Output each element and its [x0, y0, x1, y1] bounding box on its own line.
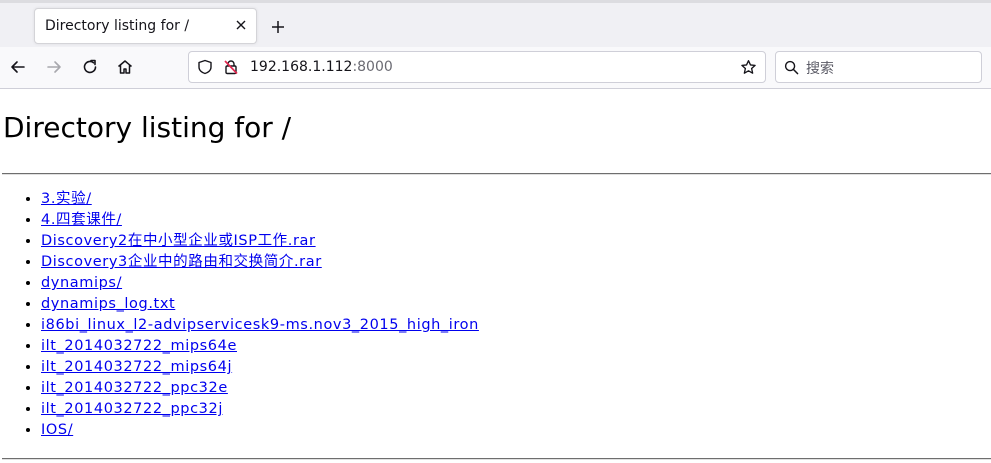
page-title: Directory listing for / [3, 111, 292, 144]
file-link[interactable]: ilt_2014032722_ppc32j [41, 401, 223, 417]
nav-toolbar: 192.168.1.112:8000 搜索 [0, 47, 991, 89]
url-text: 192.168.1.112:8000 [250, 59, 393, 75]
close-icon[interactable] [234, 18, 248, 32]
list-item: ilt_2014032722_mips64j [41, 357, 479, 378]
reload-icon[interactable] [81, 58, 99, 76]
back-arrow-icon[interactable] [9, 58, 27, 76]
top-divider [2, 173, 991, 175]
file-link[interactable]: i86bi_linux_l2-advipservicesk9-ms.nov3_2… [41, 317, 479, 333]
plus-icon[interactable] [270, 19, 286, 35]
search-icon [784, 60, 799, 75]
home-icon[interactable] [116, 58, 134, 76]
file-link[interactable]: ilt_2014032722_mips64e [41, 338, 237, 354]
file-link[interactable]: ilt_2014032722_ppc32e [41, 380, 228, 396]
browser-window: Directory listing for / 192.168.1.112:80… [0, 0, 991, 463]
bottom-divider [2, 458, 991, 460]
shield-icon[interactable] [197, 59, 213, 75]
file-link[interactable]: 3.实验/ [41, 191, 92, 207]
list-item: dynamips/ [41, 273, 479, 294]
list-item: IOS/ [41, 420, 479, 441]
list-item: Discovery3企业中的路由和交换简介.rar [41, 252, 479, 273]
list-item: ilt_2014032722_mips64e [41, 336, 479, 357]
list-item: ilt_2014032722_ppc32e [41, 378, 479, 399]
file-link[interactable]: ilt_2014032722_mips64j [41, 359, 232, 375]
search-bar[interactable]: 搜索 [775, 51, 982, 83]
list-item: i86bi_linux_l2-advipservicesk9-ms.nov3_2… [41, 315, 479, 336]
list-item: Discovery2在中小型企业或ISP工作.rar [41, 231, 479, 252]
tab-strip: Directory listing for / [0, 0, 991, 47]
insecure-lock-icon[interactable] [223, 59, 239, 75]
url-port: :8000 [352, 59, 393, 75]
page-content: Directory listing for / 3.实验/4.四套课件/Disc… [0, 89, 991, 463]
file-link[interactable]: dynamips_log.txt [41, 296, 175, 312]
address-bar[interactable]: 192.168.1.112:8000 [188, 51, 766, 83]
search-placeholder: 搜索 [806, 61, 834, 77]
tab-directory-listing[interactable]: Directory listing for / [34, 8, 257, 44]
file-link[interactable]: IOS/ [41, 422, 73, 438]
file-link[interactable]: Discovery2在中小型企业或ISP工作.rar [41, 233, 316, 249]
file-link[interactable]: dynamips/ [41, 275, 122, 291]
list-item: dynamips_log.txt [41, 294, 479, 315]
directory-list: 3.实验/4.四套课件/Discovery2在中小型企业或ISP工作.rar Di… [0, 189, 479, 441]
star-icon[interactable] [740, 59, 757, 76]
tab-title: Directory listing for / [45, 18, 190, 34]
forward-arrow-icon[interactable] [45, 58, 63, 76]
file-link[interactable]: 4.四套课件/ [41, 212, 122, 228]
url-host: 192.168.1.112 [250, 59, 353, 75]
list-item: 3.实验/ [41, 189, 479, 210]
file-link[interactable]: Discovery3企业中的路由和交换简介.rar [41, 254, 322, 270]
list-item: 4.四套课件/ [41, 210, 479, 231]
list-item: ilt_2014032722_ppc32j [41, 399, 479, 420]
